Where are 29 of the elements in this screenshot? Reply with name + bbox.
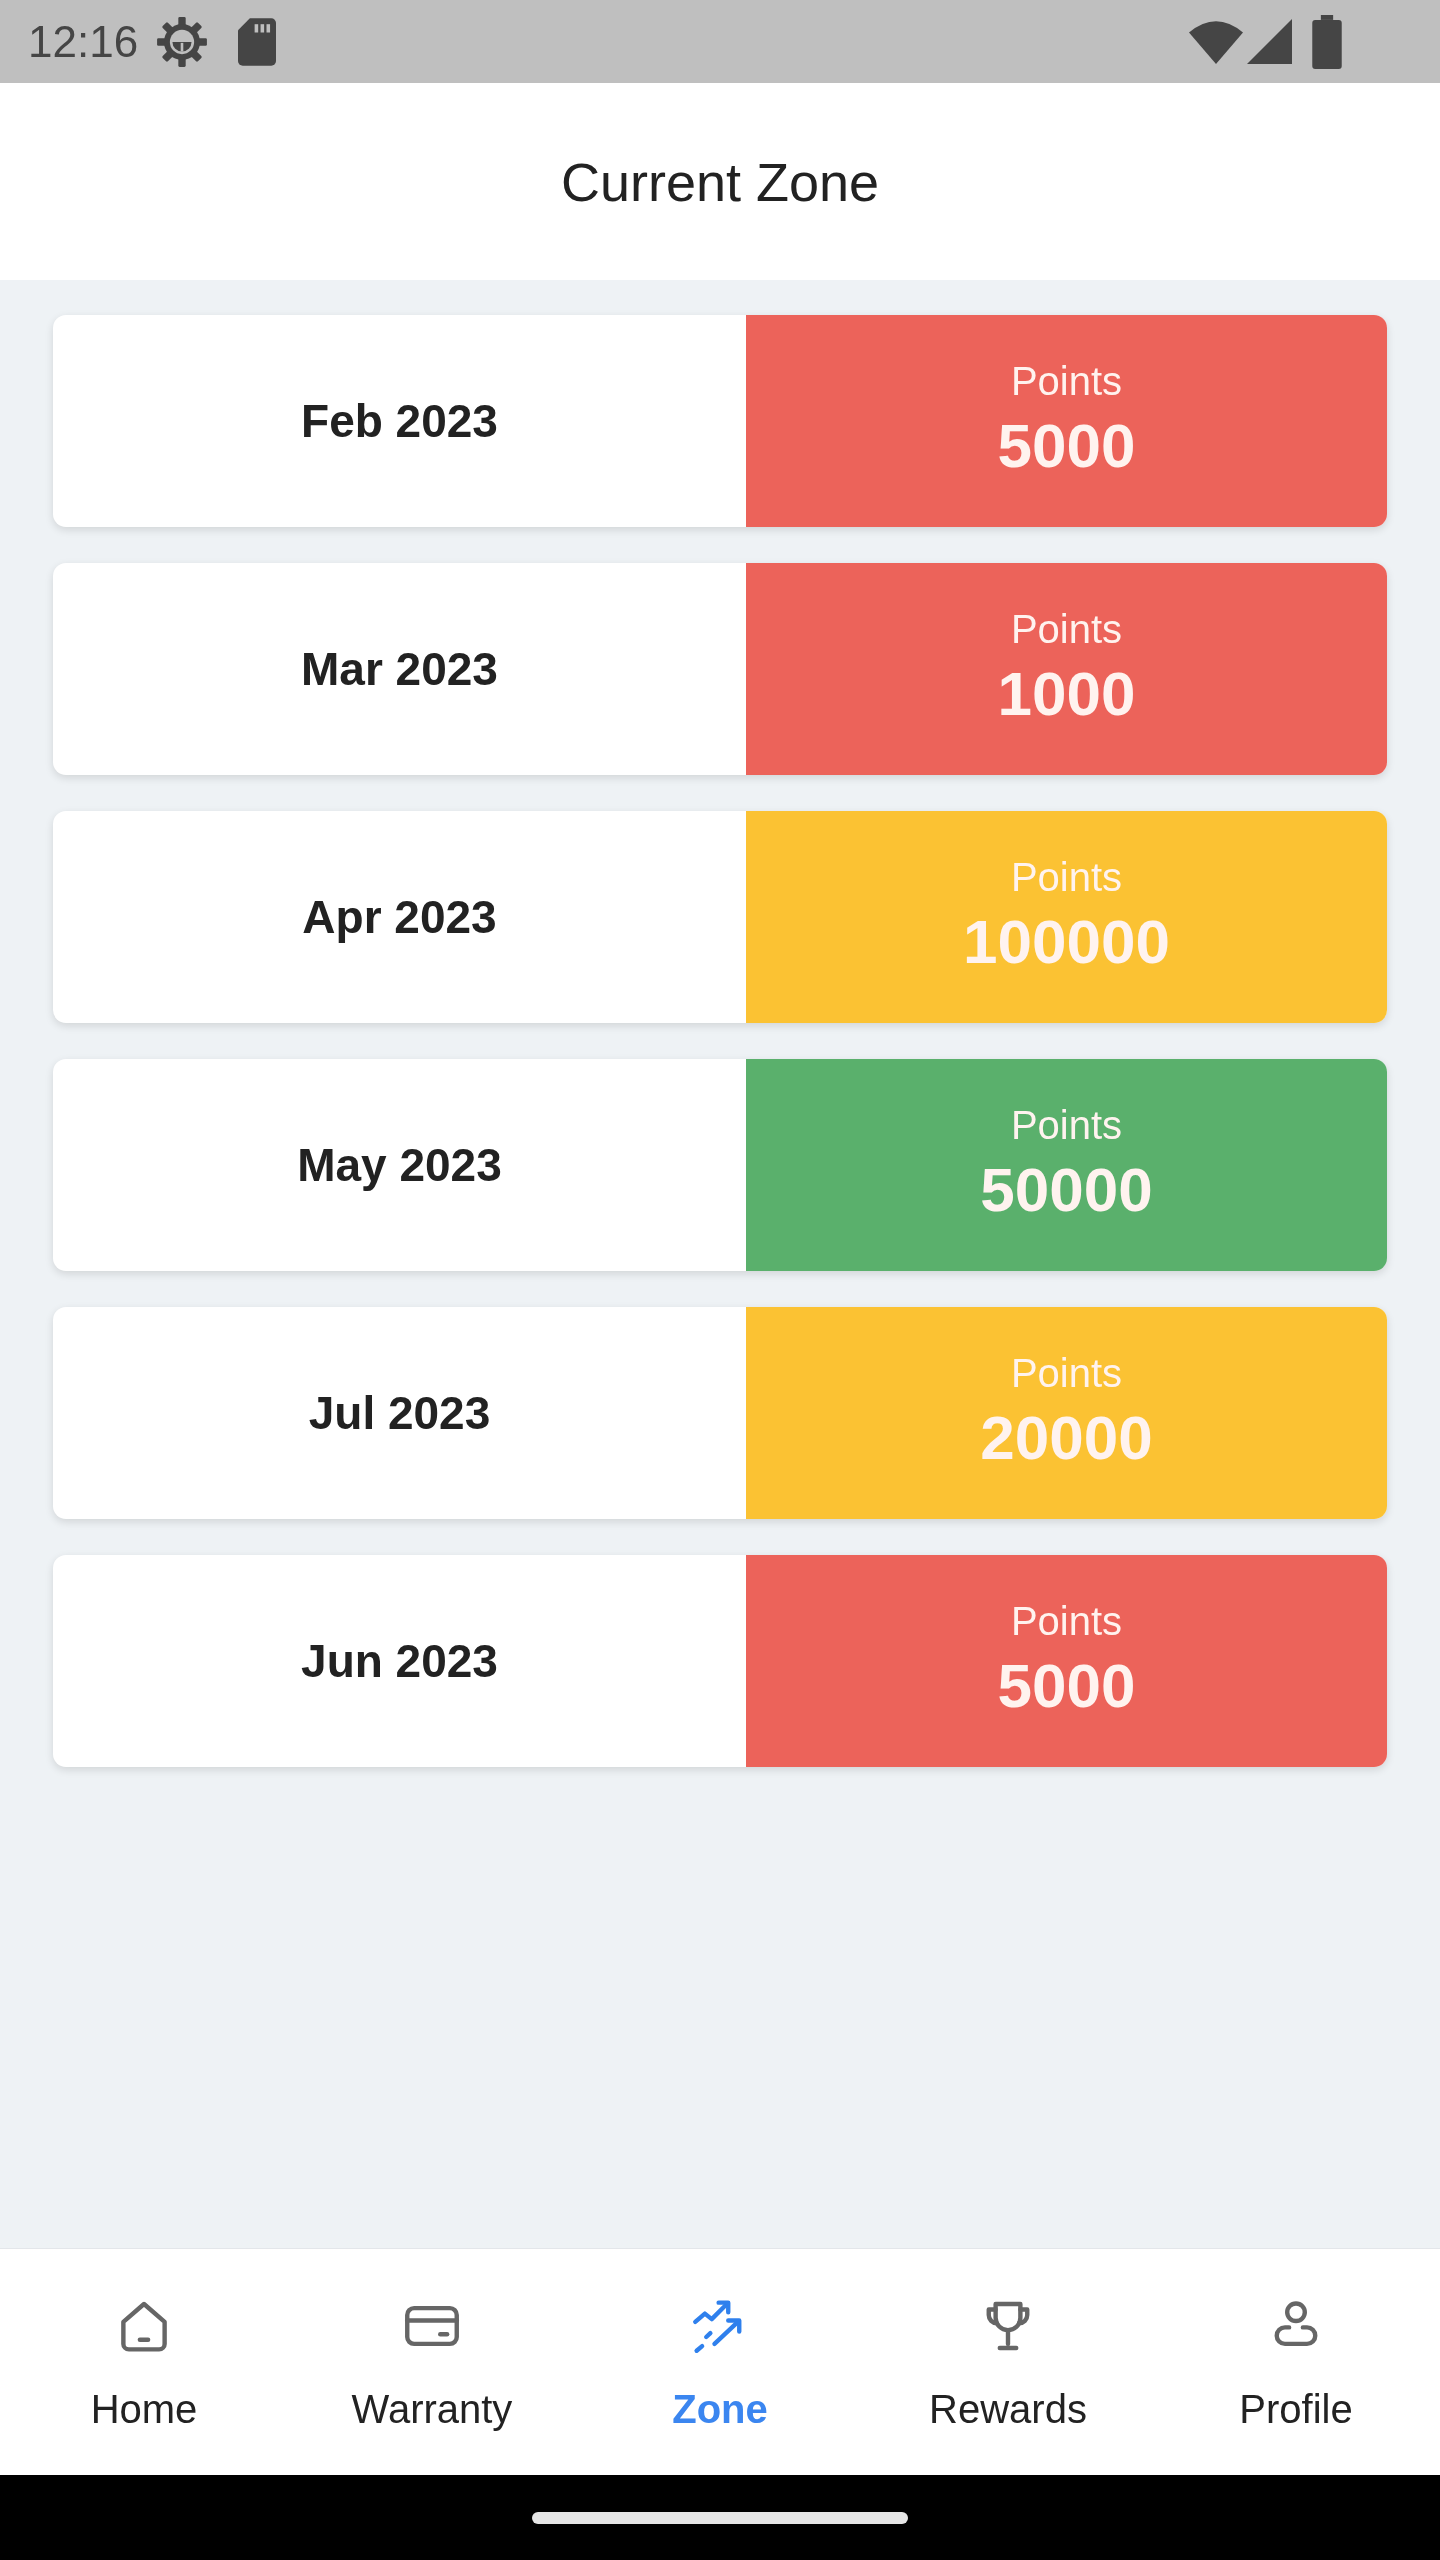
points-caption: Points (1010, 1353, 1123, 1393)
points-value: 5000 (997, 415, 1136, 477)
points-caption: Points (1010, 361, 1123, 401)
points-value: 50000 (980, 1159, 1153, 1221)
points-value: 1000 (997, 663, 1136, 725)
points-value: 5000 (997, 1655, 1136, 1717)
points-value: 20000 (980, 1407, 1153, 1469)
points-caption: Points (1010, 857, 1123, 897)
gesture-handle-icon (532, 2511, 908, 2524)
points-caption: Points (1010, 609, 1123, 649)
wifi-icon (1189, 19, 1243, 64)
month-label: Mar 2023 (301, 646, 498, 692)
nav-tab[interactable]: Profile (1152, 2249, 1440, 2475)
nav-tab[interactable]: Home (0, 2249, 288, 2475)
month-label: Jun 2023 (301, 1638, 498, 1684)
nav-tab[interactable]: Rewards (864, 2249, 1152, 2475)
points-value: 100000 (963, 911, 1170, 973)
gear-icon (156, 15, 209, 68)
points-caption: Points (1010, 1601, 1123, 1641)
month-label: Feb 2023 (301, 398, 498, 444)
nav-tab[interactable]: Warranty (288, 2249, 576, 2475)
sd-card-icon (238, 17, 277, 66)
signal-icon (1247, 19, 1292, 64)
nav-tab[interactable]: Zone (576, 2249, 864, 2475)
battery-icon (1312, 14, 1342, 69)
page-title: Current Zone (560, 154, 880, 209)
status-time: 12:16 (28, 19, 139, 64)
month-label: Jul 2023 (308, 1390, 491, 1436)
points-caption: Points (1010, 1105, 1123, 1145)
